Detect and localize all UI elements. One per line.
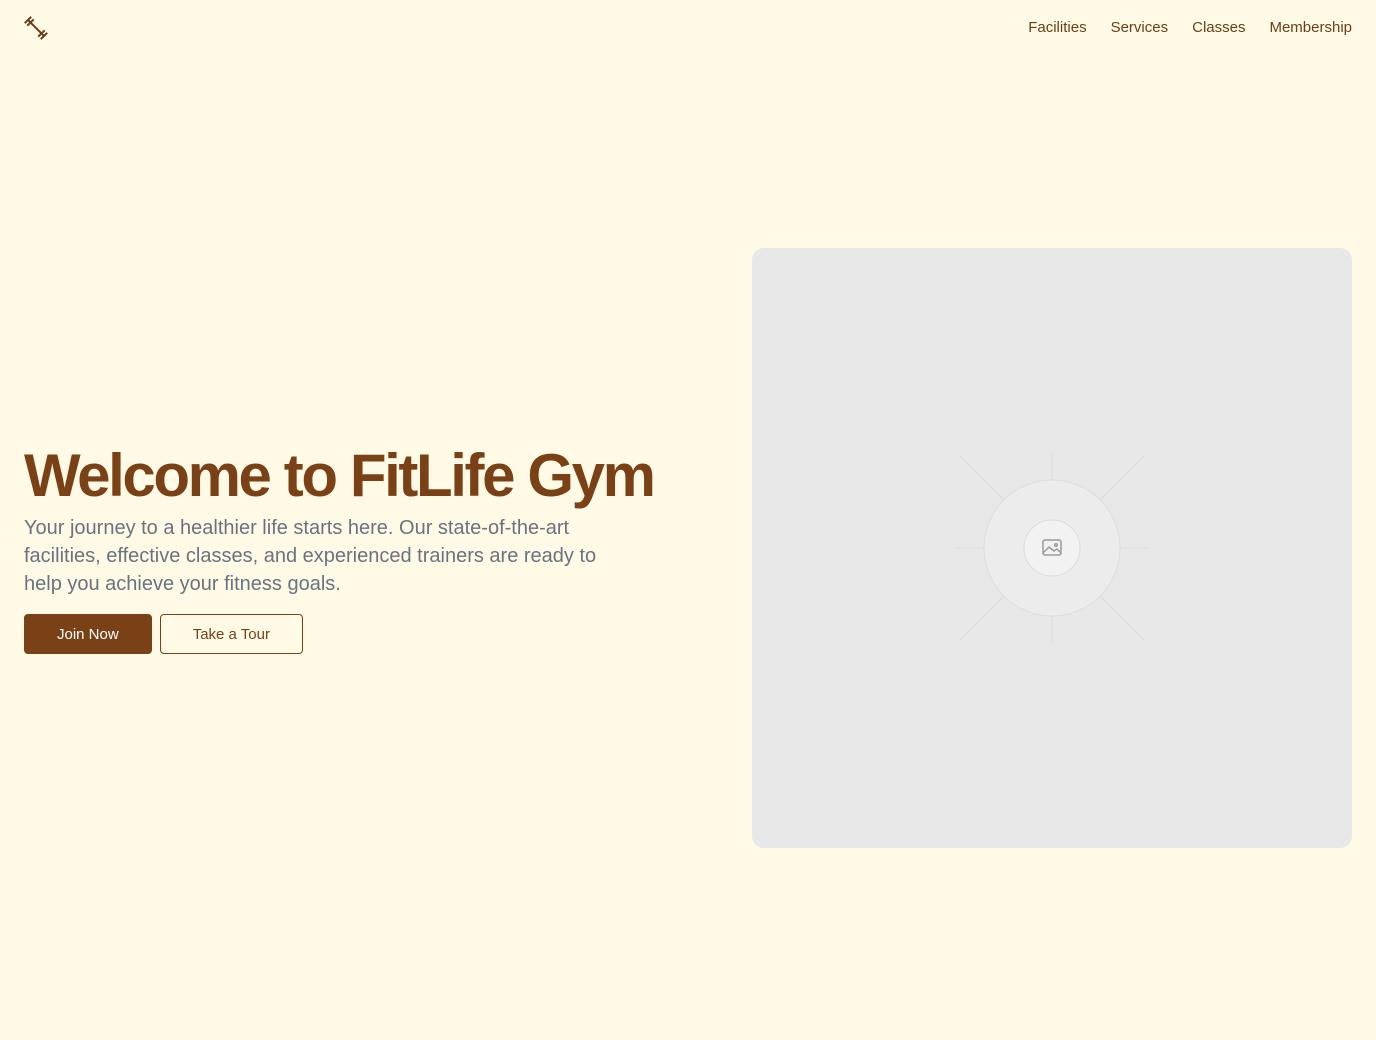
site-header: Facilities Services Classes Membership xyxy=(0,0,1376,56)
hero-actions: Join Now Take a Tour xyxy=(24,614,684,654)
hero-title: Welcome to FitLife Gym xyxy=(24,442,656,509)
hero-section: Welcome to FitLife Gym Your journey to a… xyxy=(24,440,684,654)
join-now-button[interactable]: Join Now xyxy=(24,614,152,654)
nav-facilities[interactable]: Facilities xyxy=(1028,18,1086,38)
image-placeholder-graphic xyxy=(957,453,1147,643)
dumbbell-icon[interactable] xyxy=(24,16,48,40)
hero-image xyxy=(752,248,1352,848)
hero-description: Your journey to a healthier life starts … xyxy=(24,517,597,595)
take-a-tour-button[interactable]: Take a Tour xyxy=(159,614,303,654)
main-nav: Facilities Services Classes Membership xyxy=(1028,18,1352,38)
nav-membership[interactable]: Membership xyxy=(1269,18,1352,38)
nav-classes[interactable]: Classes xyxy=(1192,18,1245,38)
nav-services[interactable]: Services xyxy=(1111,18,1169,38)
